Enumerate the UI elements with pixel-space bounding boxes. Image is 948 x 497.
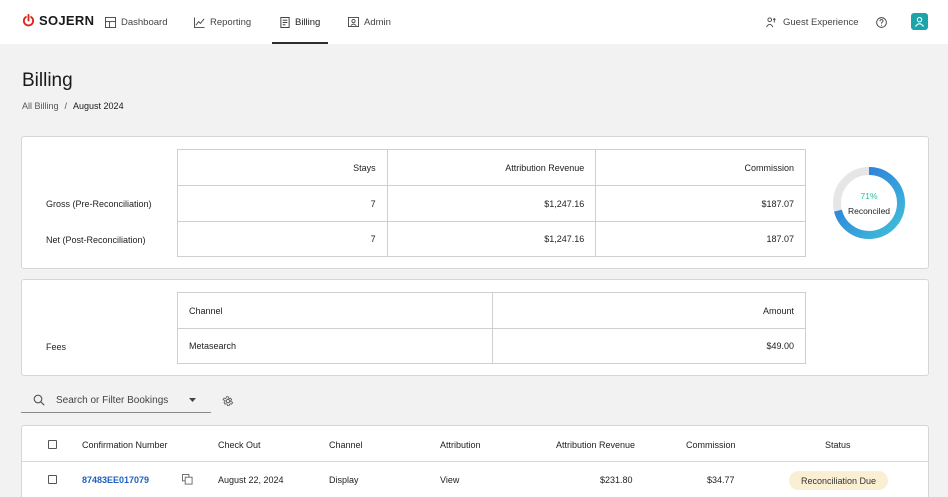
gear-icon[interactable] — [222, 395, 234, 407]
help-button[interactable] — [876, 0, 887, 44]
net-row-label: Net (Post-Reconciliation) — [46, 235, 146, 245]
fee-amount: $49.00 — [491, 328, 806, 364]
fees-table: Channel Amount Metasearch $49.00 — [177, 292, 806, 364]
help-icon — [876, 16, 887, 28]
fees-header-row: Channel Amount — [177, 292, 806, 329]
admin-icon — [348, 17, 359, 27]
col-status[interactable]: Status — [825, 440, 851, 450]
header-stays: Stays — [177, 149, 388, 186]
nav-billing[interactable]: Billing — [271, 0, 329, 44]
reconciliation-summary-card: Gross (Pre-Reconciliation) Net (Post-Rec… — [21, 136, 929, 269]
gross-stays: 7 — [177, 185, 388, 222]
page-title: Billing — [22, 70, 73, 91]
sojern-logo[interactable]: SOJERN — [22, 13, 94, 28]
col-commission[interactable]: Commission — [686, 440, 736, 450]
nav-billing-label: Billing — [295, 16, 321, 28]
fee-channel: Metasearch — [177, 328, 493, 364]
booking-commission: $34.77 — [707, 475, 735, 485]
fees-label: Fees — [46, 342, 67, 352]
reporting-icon — [194, 16, 205, 28]
booking-search[interactable] — [21, 388, 211, 413]
nav-admin[interactable]: Admin — [348, 0, 391, 44]
nav-dashboard-label: Dashboard — [121, 16, 168, 28]
reconciled-percent: 71% — [860, 191, 878, 201]
header-amount: Amount — [491, 292, 806, 329]
col-check-out[interactable]: Check Out — [218, 440, 261, 450]
search-icon — [33, 394, 45, 406]
reconciled-donut-chart — [833, 167, 905, 239]
row-checkbox[interactable] — [48, 475, 57, 484]
net-row: 7 $1,247.16 187.07 — [177, 221, 806, 257]
header-attribution-revenue: Attribution Revenue — [386, 149, 597, 186]
nav-reporting-label: Reporting — [210, 16, 252, 28]
col-attribution-revenue[interactable]: Attribution Revenue — [556, 440, 635, 450]
booking-channel: Display — [329, 475, 359, 485]
booking-attribution-revenue: $231.80 — [600, 475, 633, 485]
net-revenue: $1,247.16 — [386, 221, 597, 257]
summary-header-row: Stays Attribution Revenue Commission — [177, 149, 806, 186]
check-out-date: August 22, 2024 — [218, 475, 284, 485]
net-commission: 187.07 — [595, 221, 806, 257]
guest-experience-link[interactable]: Guest Experience — [766, 0, 859, 44]
bookings-table: Confirmation Number Check Out Channel At… — [21, 425, 929, 497]
search-input[interactable] — [56, 393, 181, 408]
bookings-header-row: Confirmation Number Check Out Channel At… — [22, 426, 928, 462]
copy-icon[interactable] — [182, 474, 193, 485]
chevron-down-icon[interactable] — [189, 398, 196, 403]
breadcrumb-current: August 2024 — [73, 101, 124, 111]
breadcrumb: All Billing / August 2024 — [22, 101, 124, 111]
col-confirmation-number[interactable]: Confirmation Number — [82, 440, 168, 450]
col-attribution[interactable]: Attribution — [440, 440, 481, 450]
brand-name: SOJERN — [39, 13, 95, 28]
gross-row: 7 $1,247.16 $187.07 — [177, 185, 806, 222]
breadcrumb-all-billing[interactable]: All Billing — [22, 101, 59, 111]
nav-dashboard[interactable]: Dashboard — [105, 0, 167, 44]
guest-experience-label: Guest Experience — [783, 16, 859, 28]
nav-admin-label: Admin — [364, 16, 391, 28]
select-all-checkbox[interactable] — [48, 440, 57, 449]
reconciled-label: Reconciled — [847, 206, 891, 216]
user-icon — [914, 16, 925, 27]
status-badge: Reconciliation Due — [789, 471, 888, 490]
top-navigation: SOJERN Dashboard Reporting Billing Admin… — [0, 0, 948, 44]
fees-card: Fees Channel Amount Metasearch $49.00 — [21, 279, 929, 376]
header-channel: Channel — [177, 292, 493, 329]
col-channel[interactable]: Channel — [329, 440, 363, 450]
user-avatar-button[interactable] — [911, 13, 928, 30]
booking-attribution: View — [440, 475, 460, 485]
header-commission: Commission — [595, 149, 806, 186]
nav-reporting[interactable]: Reporting — [194, 0, 251, 44]
confirmation-number-link[interactable]: 87483EE017079 — [82, 475, 149, 485]
gross-revenue: $1,247.16 — [386, 185, 597, 222]
breadcrumb-separator: / — [64, 101, 68, 111]
billing-icon — [280, 16, 290, 28]
summary-table: Stays Attribution Revenue Commission 7 $… — [177, 149, 806, 257]
guest-experience-icon — [766, 16, 776, 27]
dashboard-icon — [105, 16, 116, 28]
power-logo-icon — [22, 14, 35, 27]
gross-row-label: Gross (Pre-Reconciliation) — [46, 199, 152, 209]
fees-row: Metasearch $49.00 — [177, 328, 806, 364]
gross-commission: $187.07 — [595, 185, 806, 222]
net-stays: 7 — [177, 221, 388, 257]
